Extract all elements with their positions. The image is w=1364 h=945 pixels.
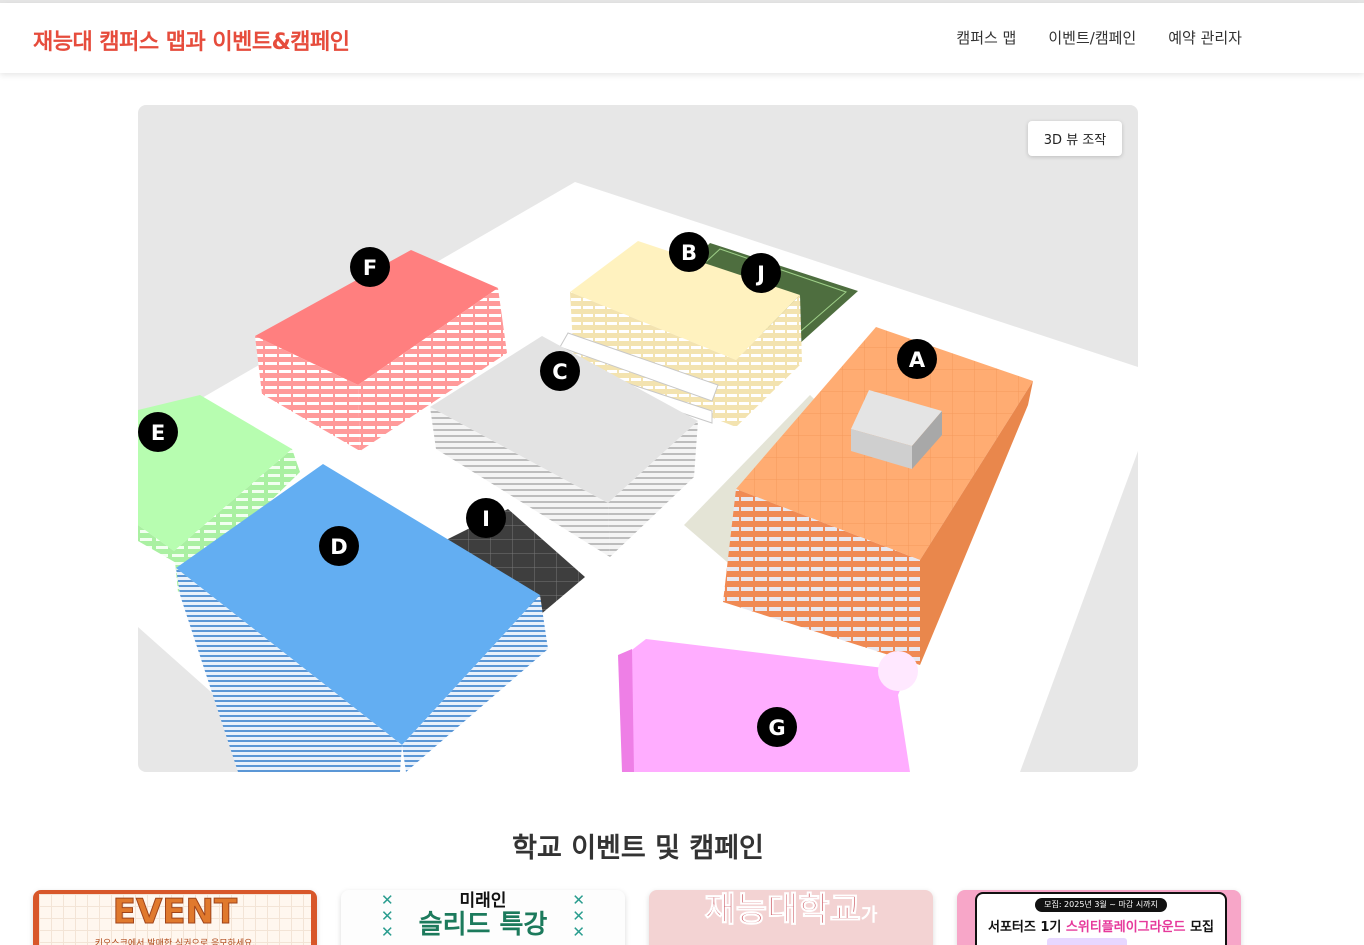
top-navbar: 재능대 캠퍼스 맵과 이벤트&캠페인 캠퍼스 맵 이벤트/캠페인 예약 관리자 <box>0 3 1364 73</box>
svg-text:B: B <box>681 241 697 265</box>
events-section-title: 학교 이벤트 및 캠페인 <box>512 833 764 864</box>
event-card[interactable]: 재능대학교가 <box>649 890 933 945</box>
event-card-poster: 모집: 2025년 3월 ~ 마감 시까지 서포터즈 1기 스위티플레이그라운드… <box>975 892 1227 945</box>
event-card[interactable]: 모집: 2025년 3월 ~ 마감 시까지 서포터즈 1기 스위티플레이그라운드… <box>957 890 1241 945</box>
event-card-headline: 서포터즈 1기 스위티플레이그라운드 모집 <box>988 920 1214 935</box>
event-cards: EVENT 키오스크에서 발매한 식권으로 응모하세요. ✕ ✕ ✕ ✕ ✕ ✕ 미래인… <box>33 890 1241 945</box>
event-card-poster: EVENT 키오스크에서 발매한 식권으로 응모하세요. <box>39 894 311 945</box>
marker-c[interactable]: C <box>540 351 580 391</box>
svg-text:A: A <box>909 348 926 372</box>
svg-text:G: G <box>768 716 785 740</box>
svg-text:I: I <box>482 507 490 531</box>
marker-j[interactable]: J <box>741 253 781 293</box>
svg-text:F: F <box>363 256 377 280</box>
main-nav: 캠퍼스 맵 이벤트/캠페인 예약 관리자 <box>956 27 1242 48</box>
event-card-subtext: 슬리드 특강 <box>418 910 548 940</box>
event-card-headline: EVENT <box>112 892 238 932</box>
site-title[interactable]: 재능대 캠퍼스 맵과 이벤트&캠페인 <box>33 24 350 56</box>
event-card[interactable]: EVENT 키오스크에서 발매한 식권으로 응모하세요. <box>33 890 317 945</box>
nav-reservation-admin[interactable]: 예약 관리자 <box>1168 27 1242 48</box>
marker-e[interactable]: E <box>138 412 178 452</box>
marker-f[interactable]: F <box>350 247 390 287</box>
marker-i[interactable]: I <box>466 498 506 538</box>
marker-d[interactable]: D <box>319 526 359 566</box>
campus-3d-map[interactable]: A B J C F E I D G 3D 뷰 조작 <box>138 105 1138 772</box>
svg-text:E: E <box>151 421 165 445</box>
3d-view-control-button[interactable]: 3D 뷰 조작 <box>1028 121 1122 156</box>
marker-a[interactable]: A <box>897 339 937 379</box>
svg-text:J: J <box>755 262 765 286</box>
event-card[interactable]: ✕ ✕ ✕ ✕ ✕ ✕ 미래인 슬리드 특강 <box>341 890 625 945</box>
event-card-subtext: 키오스크에서 발매한 식권으로 응모하세요. <box>94 939 256 945</box>
nav-campus-map[interactable]: 캠퍼스 맵 <box>956 27 1016 48</box>
nav-events-campaigns[interactable]: 이벤트/캠페인 <box>1048 27 1136 48</box>
svg-text:D: D <box>330 535 347 559</box>
marker-b[interactable]: B <box>669 232 709 272</box>
svg-text:C: C <box>552 360 567 384</box>
event-card-chip <box>1047 938 1127 945</box>
event-card-headline: 재능대학교가 <box>704 890 878 931</box>
map-canvas[interactable]: A B J C F E I D G <box>138 105 1138 772</box>
marker-g[interactable]: G <box>757 707 797 747</box>
event-card-badge: 모집: 2025년 3월 ~ 마감 시까지 <box>1035 898 1167 912</box>
